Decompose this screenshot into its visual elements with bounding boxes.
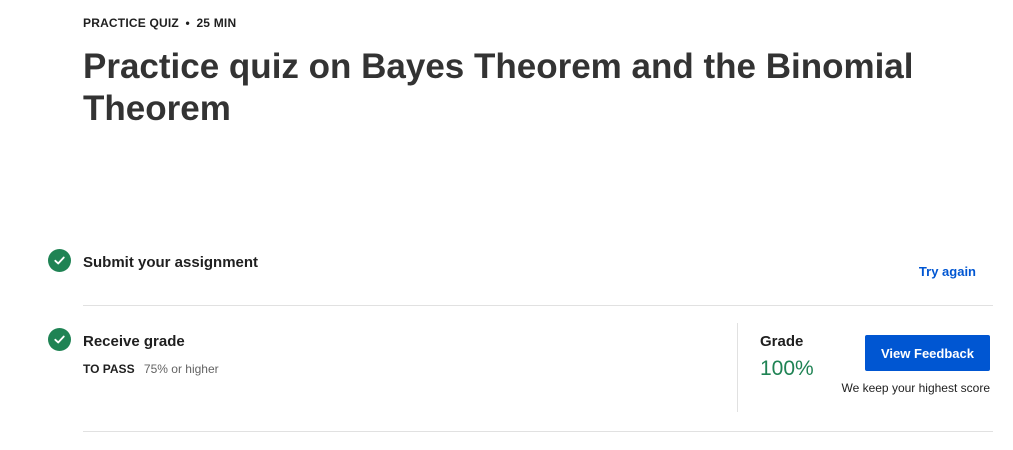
section-divider [83,305,993,306]
bottom-divider [83,431,993,432]
step-grade-title: Receive grade [83,333,185,350]
pass-label: TO PASS [83,362,135,376]
quiz-duration: 25 MIN [196,16,237,30]
pass-requirement: TO PASS 75% or higher [83,362,219,376]
page-title: Practice quiz on Bayes Theorem and the B… [83,47,914,128]
grade-divider [737,323,738,412]
meta-separator: • [185,16,190,30]
pass-value: 75% or higher [143,362,219,376]
try-again-link[interactable]: Try again [919,264,976,279]
step-submit-title: Submit your assignment [83,254,259,271]
grade-label: Grade [760,333,804,350]
highest-score-note: We keep your highest score [841,381,990,395]
check-circle-icon [48,249,71,272]
quiz-meta: PRACTICE QUIZ • 25 MIN [83,16,236,30]
view-feedback-button[interactable]: View Feedback [865,335,990,371]
quiz-type: PRACTICE QUIZ [83,16,179,30]
check-circle-icon [48,328,71,351]
grade-value: 100% [760,357,814,380]
